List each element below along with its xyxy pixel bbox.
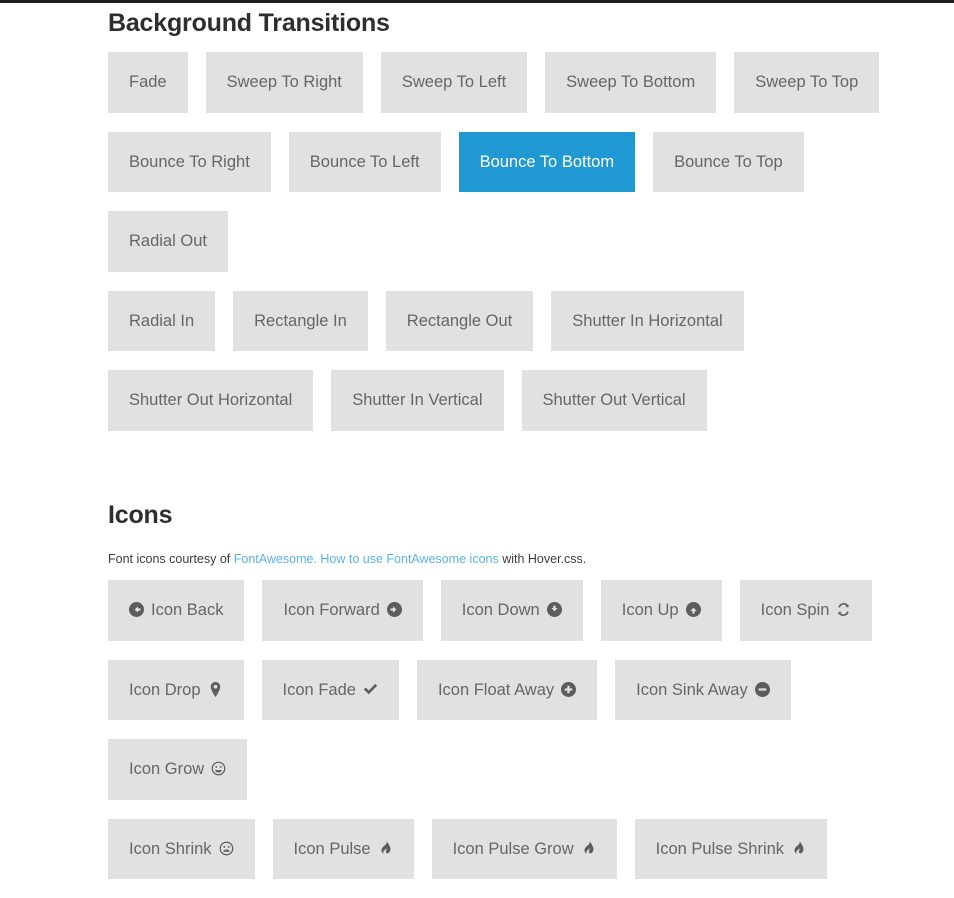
icon-effect-button-icon-back[interactable]: Icon Back <box>108 580 244 641</box>
button-label: Icon Pulse <box>294 840 371 858</box>
button-label: Icon Back <box>151 601 223 619</box>
icon-effect-button-icon-pulse-grow[interactable]: Icon Pulse Grow <box>432 819 617 880</box>
transition-button-shutter-in-horizontal[interactable]: Shutter In Horizontal <box>551 291 743 352</box>
icon-effect-button-icon-drop[interactable]: Icon Drop <box>108 660 244 721</box>
icon-button-row: Icon Shrink Icon Pulse Icon Pulse Grow Icon… <box>108 819 908 898</box>
icon-button-row: Icon Drop Icon Fade Icon Float Away Icon Si… <box>108 660 908 819</box>
icon-effect-button-icon-pulse[interactable]: Icon Pulse <box>273 819 414 880</box>
check-icon <box>363 682 378 697</box>
section-spacer <box>0 450 954 495</box>
transition-button-sweep-to-right[interactable]: Sweep To Right <box>206 52 363 113</box>
button-label: Shutter In Vertical <box>352 391 482 409</box>
button-label: Icon Down <box>462 601 540 619</box>
page-title: Background Transitions <box>108 3 934 38</box>
button-label: Shutter Out Vertical <box>543 391 686 409</box>
icon-effect-button-icon-grow[interactable]: Icon Grow <box>108 739 247 800</box>
transition-button-shutter-out-horizontal[interactable]: Shutter Out Horizontal <box>108 370 313 431</box>
button-label: Bounce To Right <box>129 153 250 171</box>
plus-circle-icon <box>561 682 576 697</box>
transition-button-shutter-out-vertical[interactable]: Shutter Out Vertical <box>522 370 707 431</box>
fire-icon <box>378 841 393 856</box>
button-label: Bounce To Bottom <box>480 153 615 171</box>
transition-button-bounce-to-bottom[interactable]: Bounce To Bottom <box>459 132 636 193</box>
icon-effect-button-icon-down[interactable]: Icon Down <box>441 580 583 641</box>
icon-effect-button-icon-fade[interactable]: Icon Fade <box>262 660 399 721</box>
transition-button-sweep-to-left[interactable]: Sweep To Left <box>381 52 527 113</box>
arrow-circle-down-icon <box>547 602 562 617</box>
transition-button-bounce-to-top[interactable]: Bounce To Top <box>653 132 804 193</box>
transition-button-bounce-to-right[interactable]: Bounce To Right <box>108 132 271 193</box>
frown-icon <box>219 841 234 856</box>
button-label: Icon Spin <box>761 601 830 619</box>
icons-title: Icons <box>108 495 934 530</box>
arrow-circle-up-icon <box>686 602 701 617</box>
background-transitions-section: Background Transitions Fade Sweep To Righ… <box>0 3 954 450</box>
transition-button-row: Bounce To Right Bounce To Left Bounce To B… <box>108 132 908 291</box>
icons-button-grid: Icon Back Icon Forward Icon Down Icon Up Ico… <box>108 580 934 898</box>
fire-icon <box>581 841 596 856</box>
icon-button-row: Icon Back Icon Forward Icon Down Icon Up Ico… <box>108 580 908 660</box>
transition-button-row: Radial In Rectangle In Rectangle Out Shutte… <box>108 291 908 371</box>
button-label: Icon Float Away <box>438 681 554 699</box>
button-label: Sweep To Left <box>402 73 506 91</box>
smile-icon <box>211 761 226 776</box>
button-label: Icon Sink Away <box>636 681 748 699</box>
button-label: Icon Grow <box>129 760 204 778</box>
map-marker-icon <box>208 682 223 697</box>
background-transitions-button-grid: Fade Sweep To Right Sweep To Left Sweep To … <box>108 52 934 450</box>
howto-fontawesome-link[interactable]: How to use FontAwesome icons <box>320 552 498 566</box>
refresh-icon <box>836 602 851 617</box>
button-label: Bounce To Left <box>310 153 420 171</box>
transition-button-sweep-to-top[interactable]: Sweep To Top <box>734 52 879 113</box>
icon-effect-button-icon-shrink[interactable]: Icon Shrink <box>108 819 255 880</box>
transition-button-shutter-in-vertical[interactable]: Shutter In Vertical <box>331 370 503 431</box>
icon-effect-button-icon-up[interactable]: Icon Up <box>601 580 722 641</box>
fire-icon <box>791 841 806 856</box>
button-label: Radial In <box>129 312 194 330</box>
page-content: Background Transitions Fade Sweep To Righ… <box>0 3 954 898</box>
button-label: Sweep To Right <box>227 73 342 91</box>
button-label: Rectangle Out <box>407 312 512 330</box>
credit-before: Font icons courtesy of <box>108 552 234 566</box>
transition-button-bounce-to-left[interactable]: Bounce To Left <box>289 132 441 193</box>
icon-effect-button-icon-sink-away[interactable]: Icon Sink Away <box>615 660 791 721</box>
button-label: Icon Shrink <box>129 840 212 858</box>
transition-button-row: Fade Sweep To Right Sweep To Left Sweep To … <box>108 52 908 132</box>
icon-effect-button-icon-spin[interactable]: Icon Spin <box>740 580 873 641</box>
icon-effect-button-icon-pulse-shrink[interactable]: Icon Pulse Shrink <box>635 819 827 880</box>
transition-button-row: Shutter Out Horizontal Shutter In Vertica… <box>108 370 908 450</box>
button-label: Shutter Out Horizontal <box>129 391 292 409</box>
transition-button-rectangle-out[interactable]: Rectangle Out <box>386 291 533 352</box>
minus-circle-icon <box>755 682 770 697</box>
button-label: Rectangle In <box>254 312 347 330</box>
button-label: Radial Out <box>129 232 207 250</box>
arrow-circle-left-icon <box>129 602 144 617</box>
transition-button-radial-out[interactable]: Radial Out <box>108 211 228 272</box>
transition-button-rectangle-in[interactable]: Rectangle In <box>233 291 368 352</box>
transition-button-fade[interactable]: Fade <box>108 52 188 113</box>
icon-effect-button-icon-forward[interactable]: Icon Forward <box>262 580 422 641</box>
button-label: Icon Pulse Grow <box>453 840 574 858</box>
button-label: Fade <box>129 73 167 91</box>
button-label: Sweep To Top <box>755 73 858 91</box>
button-label: Icon Forward <box>283 601 379 619</box>
transition-button-radial-in[interactable]: Radial In <box>108 291 215 352</box>
button-label: Icon Up <box>622 601 679 619</box>
icon-effect-button-icon-float-away[interactable]: Icon Float Away <box>417 660 597 721</box>
button-label: Sweep To Bottom <box>566 73 695 91</box>
button-label: Bounce To Top <box>674 153 783 171</box>
button-label: Icon Drop <box>129 681 201 699</box>
button-label: Icon Fade <box>283 681 356 699</box>
button-label: Icon Pulse Shrink <box>656 840 784 858</box>
icons-section: Icons Font icons courtesy of FontAwesome… <box>0 495 954 898</box>
arrow-circle-right-icon <box>387 602 402 617</box>
fontawesome-link[interactable]: FontAwesome. <box>234 552 317 566</box>
button-label: Shutter In Horizontal <box>572 312 722 330</box>
icons-credit-text: Font icons courtesy of FontAwesome. How … <box>108 530 934 569</box>
credit-after: with Hover.css. <box>499 552 587 566</box>
transition-button-sweep-to-bottom[interactable]: Sweep To Bottom <box>545 52 716 113</box>
